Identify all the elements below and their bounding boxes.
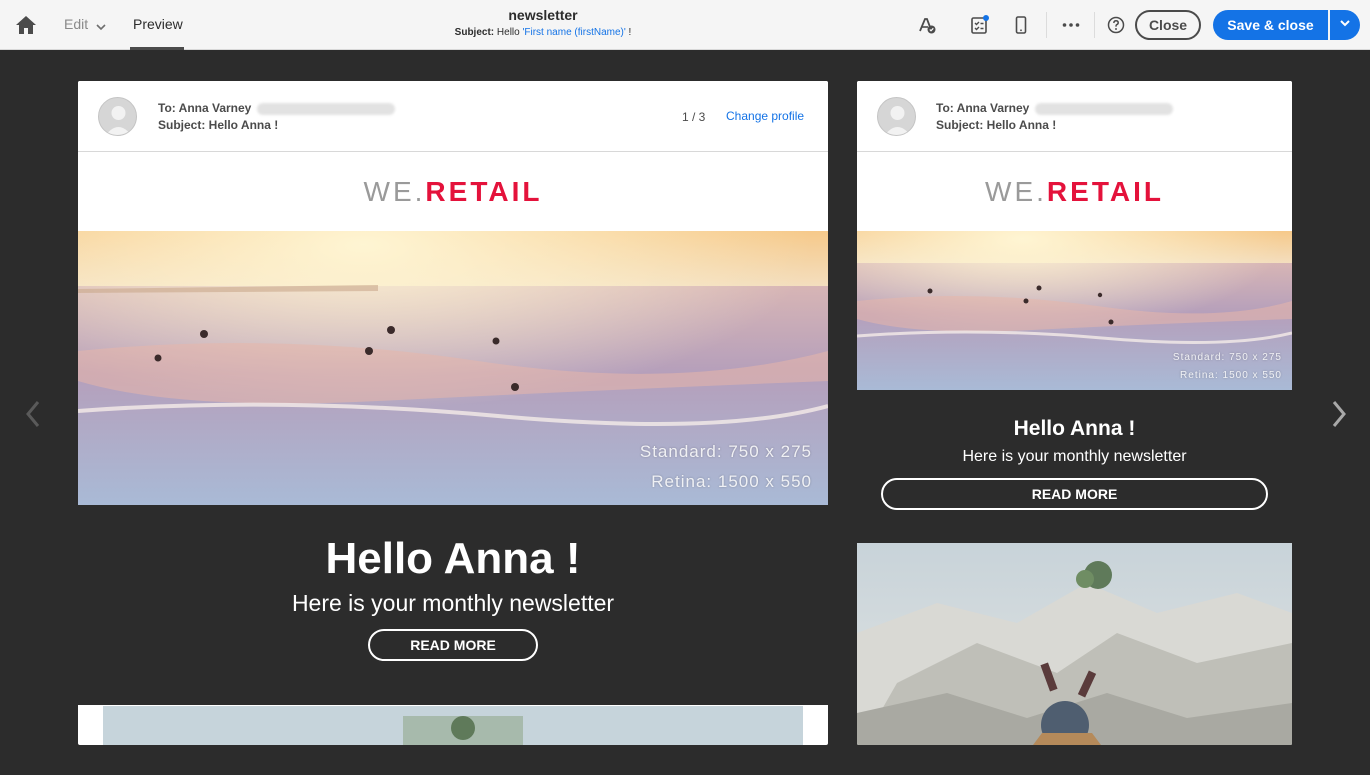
- help-icon[interactable]: [1106, 15, 1126, 35]
- profile-pager: 1 / 3: [682, 110, 706, 124]
- email-subject: Subject: Hello Anna !: [936, 118, 1057, 132]
- checklist-icon[interactable]: [969, 15, 989, 35]
- mobile-preview-panel: To: Anna Varney Subject: Hello Anna ! WE…: [857, 81, 1292, 745]
- caption-retina: Retina: 1500 x 550: [1180, 370, 1282, 381]
- recipient-line: To: Anna Varney: [158, 101, 396, 115]
- email-subject: Subject: Hello Anna !: [158, 118, 279, 132]
- top-bar: Edit Preview newsletter Subject: Hello '…: [0, 0, 1370, 50]
- hero-image: Standard: 750 x 275 Retina: 1500 x 550: [857, 231, 1292, 390]
- hero-caption: Standard: 750 x 275 Retina: 1500 x 550: [640, 437, 812, 497]
- avatar: [877, 97, 916, 136]
- recipient-email-redacted: [257, 102, 396, 115]
- logo-we: WE.: [363, 175, 426, 207]
- next-arrow-icon[interactable]: [1329, 399, 1349, 429]
- greeting-block: Hello Anna ! Here is your monthly newsle…: [857, 390, 1292, 543]
- subject-prefix: Hello: [496, 27, 520, 38]
- caption-standard: Standard: 750 x 275: [1172, 352, 1282, 363]
- home-icon[interactable]: [14, 14, 38, 36]
- document-title-block: newsletter Subject: Hello 'First name (f…: [400, 7, 686, 38]
- chevron-down-icon: [1339, 16, 1351, 34]
- caption-standard: Standard: 750 x 275: [639, 442, 812, 461]
- tab-preview[interactable]: Preview: [133, 16, 183, 32]
- tab-preview-indicator: [130, 47, 184, 50]
- avatar: [98, 97, 137, 136]
- close-button[interactable]: Close: [1135, 10, 1201, 40]
- greeting-tagline: Here is your monthly newsletter: [962, 448, 1187, 465]
- recipient-name: To: Anna Varney: [936, 101, 1030, 115]
- toolbar-divider: [1094, 12, 1095, 38]
- read-more-button[interactable]: READ MORE: [881, 478, 1268, 510]
- greeting-heading: Hello Anna !: [1013, 417, 1136, 440]
- save-close-button[interactable]: Save & close: [1213, 10, 1328, 40]
- hero-caption: Standard: 750 x 275 Retina: 1500 x 550: [1173, 349, 1282, 385]
- mobile-preview-icon[interactable]: [1011, 15, 1031, 35]
- save-options-dropdown[interactable]: [1330, 10, 1360, 40]
- brand-logo: WE. RETAIL: [78, 152, 828, 231]
- brand-logo: WE. RETAIL: [857, 152, 1292, 231]
- secondary-image: [857, 543, 1292, 745]
- greeting-block: Hello Anna ! Here is your monthly newsle…: [78, 505, 828, 705]
- secondary-image: [103, 706, 803, 745]
- previous-arrow-icon[interactable]: [23, 399, 43, 429]
- toolbar-divider: [1046, 12, 1047, 38]
- read-more-button[interactable]: READ MORE: [368, 629, 538, 661]
- greeting-heading: Hello Anna !: [325, 534, 581, 583]
- hero-image: Standard: 750 x 275 Retina: 1500 x 550: [78, 231, 828, 505]
- change-profile-link[interactable]: Change profile: [726, 109, 804, 123]
- chevron-down-icon: [96, 19, 106, 31]
- logo-retail: RETAIL: [425, 175, 543, 207]
- subject-line: Subject: Hello 'First name (firstName)' …: [400, 27, 686, 38]
- caption-retina: Retina: 1500 x 550: [651, 472, 812, 491]
- recipient-name: To: Anna Varney: [158, 101, 252, 115]
- recipient-email-redacted: [1035, 102, 1174, 115]
- logo-we: WE.: [985, 175, 1047, 207]
- spellcheck-icon[interactable]: [917, 15, 937, 35]
- subject-suffix: !: [628, 27, 632, 38]
- greeting-tagline: Here is your monthly newsletter: [291, 590, 615, 616]
- subject-label: Subject:: [454, 27, 495, 38]
- tab-edit-label: Edit: [64, 16, 89, 32]
- desktop-preview-panel: To: Anna Varney Subject: Hello Anna ! 1 …: [78, 81, 828, 745]
- document-title: newsletter: [508, 7, 578, 23]
- preview-header: To: Anna Varney Subject: Hello Anna ! 1 …: [78, 81, 828, 152]
- logo-retail: RETAIL: [1046, 175, 1164, 207]
- preview-header: To: Anna Varney Subject: Hello Anna !: [857, 81, 1292, 152]
- tab-edit[interactable]: Edit: [64, 16, 106, 32]
- recipient-line: To: Anna Varney: [936, 101, 1174, 115]
- subject-personalization-field[interactable]: 'First name (firstName)': [522, 27, 625, 38]
- more-options-icon[interactable]: [1061, 15, 1081, 35]
